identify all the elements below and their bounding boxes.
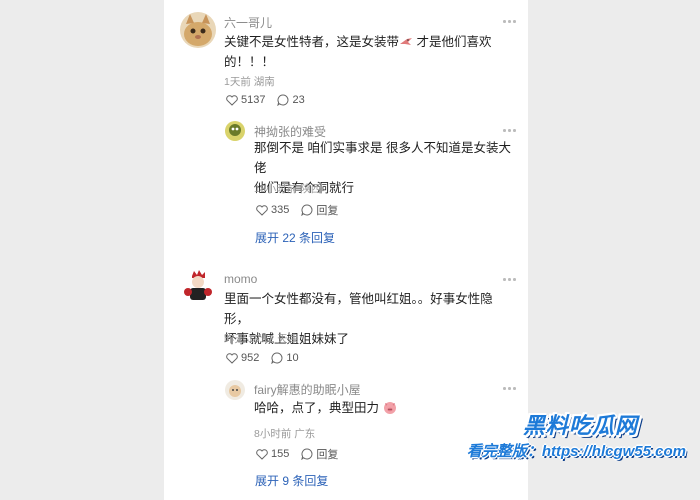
bird-emoji-icon (400, 38, 413, 45)
like-count: 952 (241, 352, 260, 364)
comment-actions: 5137 23 (226, 94, 317, 106)
comment-bubble-icon (271, 352, 283, 364)
reply-username[interactable]: fairy解惠的助眠小屋 (254, 381, 361, 398)
like-count: 335 (271, 204, 290, 216)
reply-actions: 155 回复 (256, 446, 350, 462)
reply-actions: 335 回复 (256, 202, 350, 218)
like-button[interactable]: 335 (256, 204, 289, 216)
like-button[interactable]: 155 (256, 448, 289, 460)
comment-bubble-icon (301, 448, 313, 460)
reply-button[interactable]: 回复 (301, 202, 338, 218)
reply-count: 10 (286, 352, 299, 364)
reply-count: 23 (292, 94, 305, 106)
avatar-reply-1[interactable] (225, 121, 245, 141)
expand-replies-link[interactable]: 展开 9 条回复 (255, 472, 328, 489)
avatar-cat[interactable] (180, 12, 216, 48)
watermark: 黑料吃瓜网 看完整版：https://hlcgw55.com (454, 408, 686, 464)
like-count: 5137 (241, 94, 266, 106)
comment-text-line1: 里面一个女性都没有，管他叫红姐。。好事女性隐形， (224, 292, 493, 326)
reply-label: 回复 (316, 449, 339, 461)
comment-bubble-icon (301, 204, 313, 216)
comment-text-line1: 关键不是女性特者，这是女装带 (224, 35, 400, 49)
comment-username[interactable]: 六一哥儿 (224, 14, 272, 31)
avatar-reply-2[interactable] (225, 380, 245, 400)
comment-meta: 1天前 湖南 (224, 76, 275, 88)
like-button[interactable]: 5137 (226, 94, 265, 106)
heart-icon (226, 94, 238, 106)
heart-icon (226, 352, 238, 364)
reply-meta: 8小时前 广东 (254, 428, 316, 440)
more-options-icon[interactable] (502, 381, 518, 395)
more-options-icon[interactable] (502, 14, 518, 28)
like-count: 155 (271, 448, 290, 460)
comment-meta: 昨天 18:52 天津 (224, 333, 299, 345)
watermark-title: 黑料吃瓜网 (522, 413, 638, 438)
comment-actions: 952 10 (226, 352, 311, 364)
comment-username[interactable]: momo (224, 272, 257, 286)
pig-emoji-icon (383, 402, 396, 414)
comment-text: 关键不是女性特者，这是女装带 才是他们喜欢 的！！！ (224, 32, 514, 72)
comment-bubble-icon (277, 94, 289, 106)
reply-meta: 18小时前 陕西 (254, 183, 322, 195)
expand-replies-link[interactable]: 展开 22 条回复 (255, 229, 335, 246)
reply-text-line1: 哈哈，点了，典型田力 (254, 401, 380, 415)
reply-count-button[interactable]: 23 (277, 94, 305, 106)
comment-text-line1-tail: 才是他们喜欢 (416, 35, 492, 49)
reply-count-button[interactable]: 10 (271, 352, 299, 364)
more-options-icon[interactable] (502, 123, 518, 137)
comment-text-line2: 的！！！ (224, 55, 275, 69)
watermark-url: 看完整版：https://hlcgw55.com (466, 443, 686, 460)
like-button[interactable]: 952 (226, 352, 259, 364)
more-options-icon[interactable] (502, 272, 518, 286)
reply-text-line1: 那倒不是 咱们实事求是 很多人不知道是女装大佬 (254, 141, 511, 175)
heart-icon (256, 448, 268, 460)
avatar-momo[interactable] (180, 268, 216, 304)
heart-icon (256, 204, 268, 216)
reply-button[interactable]: 回复 (301, 446, 338, 462)
reply-label: 回复 (316, 205, 339, 217)
